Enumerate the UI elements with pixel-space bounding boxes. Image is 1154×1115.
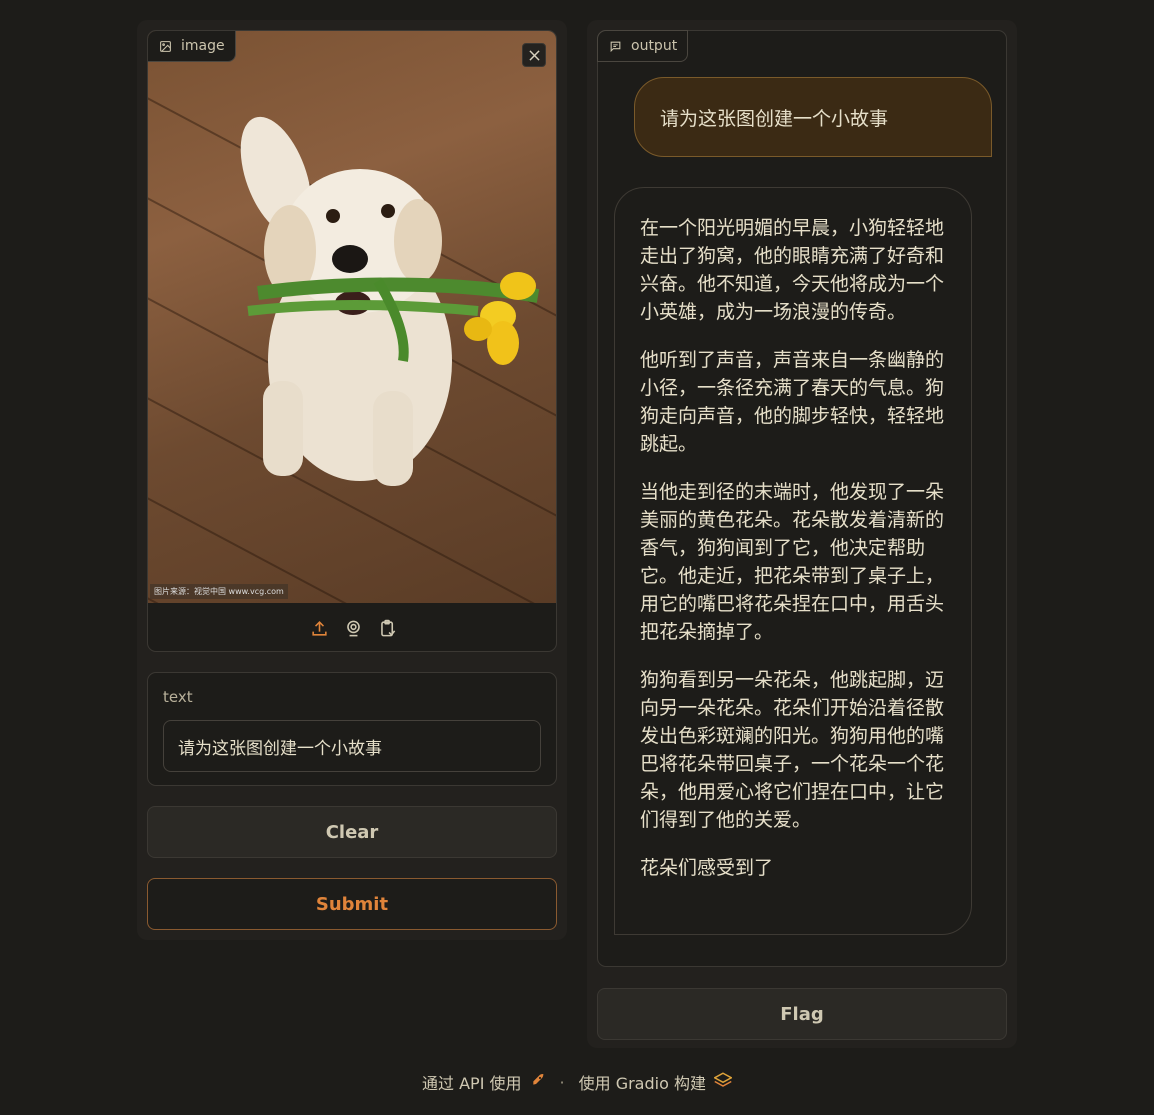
image-source-toolbar [148, 603, 556, 651]
photo-watermark: 图片来源：视觉中国 www.vcg.com [150, 584, 288, 599]
user-message: 请为这张图创建一个小故事 [634, 77, 992, 157]
image-icon [158, 39, 172, 53]
image-input[interactable]: image 图片来源：视觉中国 www.vcg.com [147, 30, 557, 652]
output-label: output [597, 30, 689, 62]
webcam-icon[interactable] [343, 618, 363, 638]
uploaded-photo: 图片来源：视觉中国 www.vcg.com [148, 31, 556, 603]
output-label-text: output [631, 38, 678, 54]
footer-separator: · [559, 1072, 565, 1092]
flag-button[interactable]: Flag [597, 988, 1007, 1040]
bot-paragraph: 当他走到径的末端时，他发现了一朵美丽的黄色花朵。花朵散发着清新的香气，狗狗闻到了… [640, 481, 945, 643]
gradio-link[interactable]: 使用 Gradio 构建 [579, 1070, 706, 1094]
user-message-text: 请为这张图创建一个小故事 [660, 107, 889, 130]
text-label: text [163, 688, 193, 706]
image-label-text: image [181, 38, 225, 54]
footer: 通过 API 使用 · 使用 Gradio 构建 [0, 1068, 1154, 1096]
bot-paragraph: 狗狗看到另一朵花朵，他跳起脚，迈向另一朵花朵。花朵们开始沿着径散发出色彩斑斓的阳… [640, 669, 945, 831]
upload-icon[interactable] [309, 618, 329, 638]
gradio-logo-icon [713, 1072, 733, 1092]
chat-output: output 请为这张图创建一个小故事 在一个阳光明媚的早晨，小狗轻轻地走出了狗… [597, 30, 1007, 967]
bot-paragraph: 他听到了声音，声音来自一条幽静的小径，一条径充满了春天的气息。狗狗走向声音，他的… [640, 349, 945, 455]
close-icon[interactable] [522, 43, 546, 67]
submit-button[interactable]: Submit [147, 878, 557, 930]
chat-icon [608, 39, 622, 53]
bot-message: 在一个阳光明媚的早晨，小狗轻轻地走出了狗窝，他的眼睛充满了好奇和兴奋。他不知道，… [614, 187, 972, 935]
gradio-app: image 图片来源：视觉中国 www.vcg.com text 请为这张图创建… [0, 0, 1154, 1115]
bot-paragraph: 花朵们感受到了 [640, 857, 774, 879]
rocket-icon [530, 1072, 546, 1092]
text-input-block: text 请为这张图创建一个小故事 [147, 672, 557, 786]
output-panel: output 请为这张图创建一个小故事 在一个阳光明媚的早晨，小狗轻轻地走出了狗… [587, 20, 1017, 1048]
bot-paragraph: 在一个阳光明媚的早晨，小狗轻轻地走出了狗窝，他的眼睛充满了好奇和兴奋。他不知道，… [640, 217, 945, 323]
image-label: image [148, 31, 236, 62]
input-panel: image 图片来源：视觉中国 www.vcg.com text 请为这张图创建… [137, 20, 567, 940]
api-link[interactable]: 通过 API 使用 [422, 1070, 522, 1094]
dog-illustration [240, 116, 540, 486]
text-input[interactable]: 请为这张图创建一个小故事 [163, 720, 541, 772]
clipboard-icon[interactable] [377, 618, 397, 638]
clear-button[interactable]: Clear [147, 806, 557, 858]
